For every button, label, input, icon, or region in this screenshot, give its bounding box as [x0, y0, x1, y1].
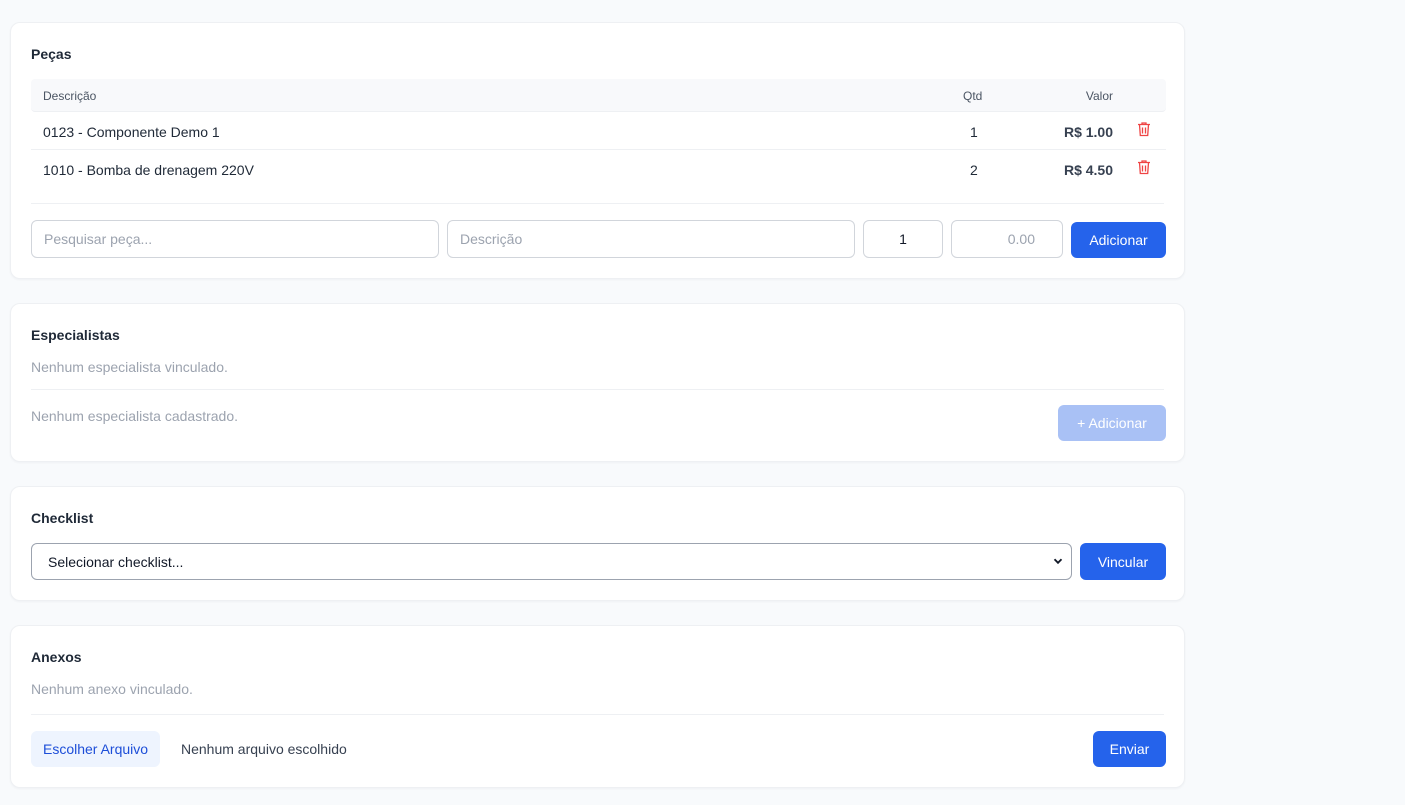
attachments-title: Anexos [31, 649, 82, 665]
row-descricao: 1010 - Bomba de drenagem 220V [43, 162, 254, 178]
attachments-card: Anexos Nenhum anexo vinculado. Escolher … [10, 625, 1185, 788]
parts-card: Peças Descrição Qtd Valor 0123 - Compone… [10, 22, 1185, 279]
row-qtd: 1 [970, 124, 978, 140]
parts-table: Descrição Qtd Valor 0123 - Componente De… [31, 79, 1166, 188]
specialists-card: Especialistas Nenhum especialista vincul… [10, 303, 1185, 462]
checklist-select-value: Selecionar checklist... [48, 554, 184, 570]
row-qtd: 2 [970, 162, 978, 178]
column-header-valor: Valor [1085, 89, 1113, 103]
trash-icon[interactable] [1137, 121, 1151, 137]
divider [31, 714, 1164, 715]
row-valor: R$ 1.00 [1063, 124, 1113, 140]
table-row: 0123 - Componente Demo 1 1 R$ 1.00 [31, 112, 1166, 150]
add-specialist-button[interactable]: + Adicionar [1058, 405, 1166, 441]
parts-title: Peças [31, 46, 72, 62]
column-header-descricao: Descrição [43, 89, 97, 103]
divider [31, 389, 1164, 390]
add-part-button[interactable]: Adicionar [1071, 222, 1166, 258]
row-descricao: 0123 - Componente Demo 1 [43, 124, 220, 140]
choose-file-button[interactable]: Escolher Arquivo [31, 731, 161, 767]
no-linked-specialist-text: Nenhum especialista vinculado. [31, 359, 228, 375]
search-part-input[interactable] [31, 220, 439, 258]
price-input[interactable] [951, 220, 1063, 258]
table-row: 1010 - Bomba de drenagem 220V 2 R$ 4.50 [31, 150, 1166, 188]
divider [31, 203, 1164, 204]
upload-button[interactable]: Enviar [1093, 731, 1166, 767]
link-checklist-button[interactable]: Vincular [1080, 543, 1166, 580]
file-name-text: Nenhum arquivo escolhido [181, 741, 347, 757]
description-input[interactable] [447, 220, 855, 258]
specialists-title: Especialistas [31, 327, 120, 343]
no-attachment-text: Nenhum anexo vinculado. [31, 681, 193, 697]
trash-icon[interactable] [1137, 159, 1151, 175]
column-header-qtd: Qtd [963, 89, 983, 103]
checklist-card: Checklist Selecionar checklist... Vincul… [10, 486, 1185, 601]
chevron-down-icon [1053, 558, 1063, 565]
checklist-title: Checklist [31, 510, 94, 526]
row-valor: R$ 4.50 [1063, 162, 1113, 178]
parts-table-header: Descrição Qtd Valor [31, 79, 1166, 112]
quantity-input[interactable] [863, 220, 943, 258]
checklist-select[interactable]: Selecionar checklist... [31, 543, 1072, 580]
no-registered-specialist-text: Nenhum especialista cadastrado. [31, 408, 239, 424]
